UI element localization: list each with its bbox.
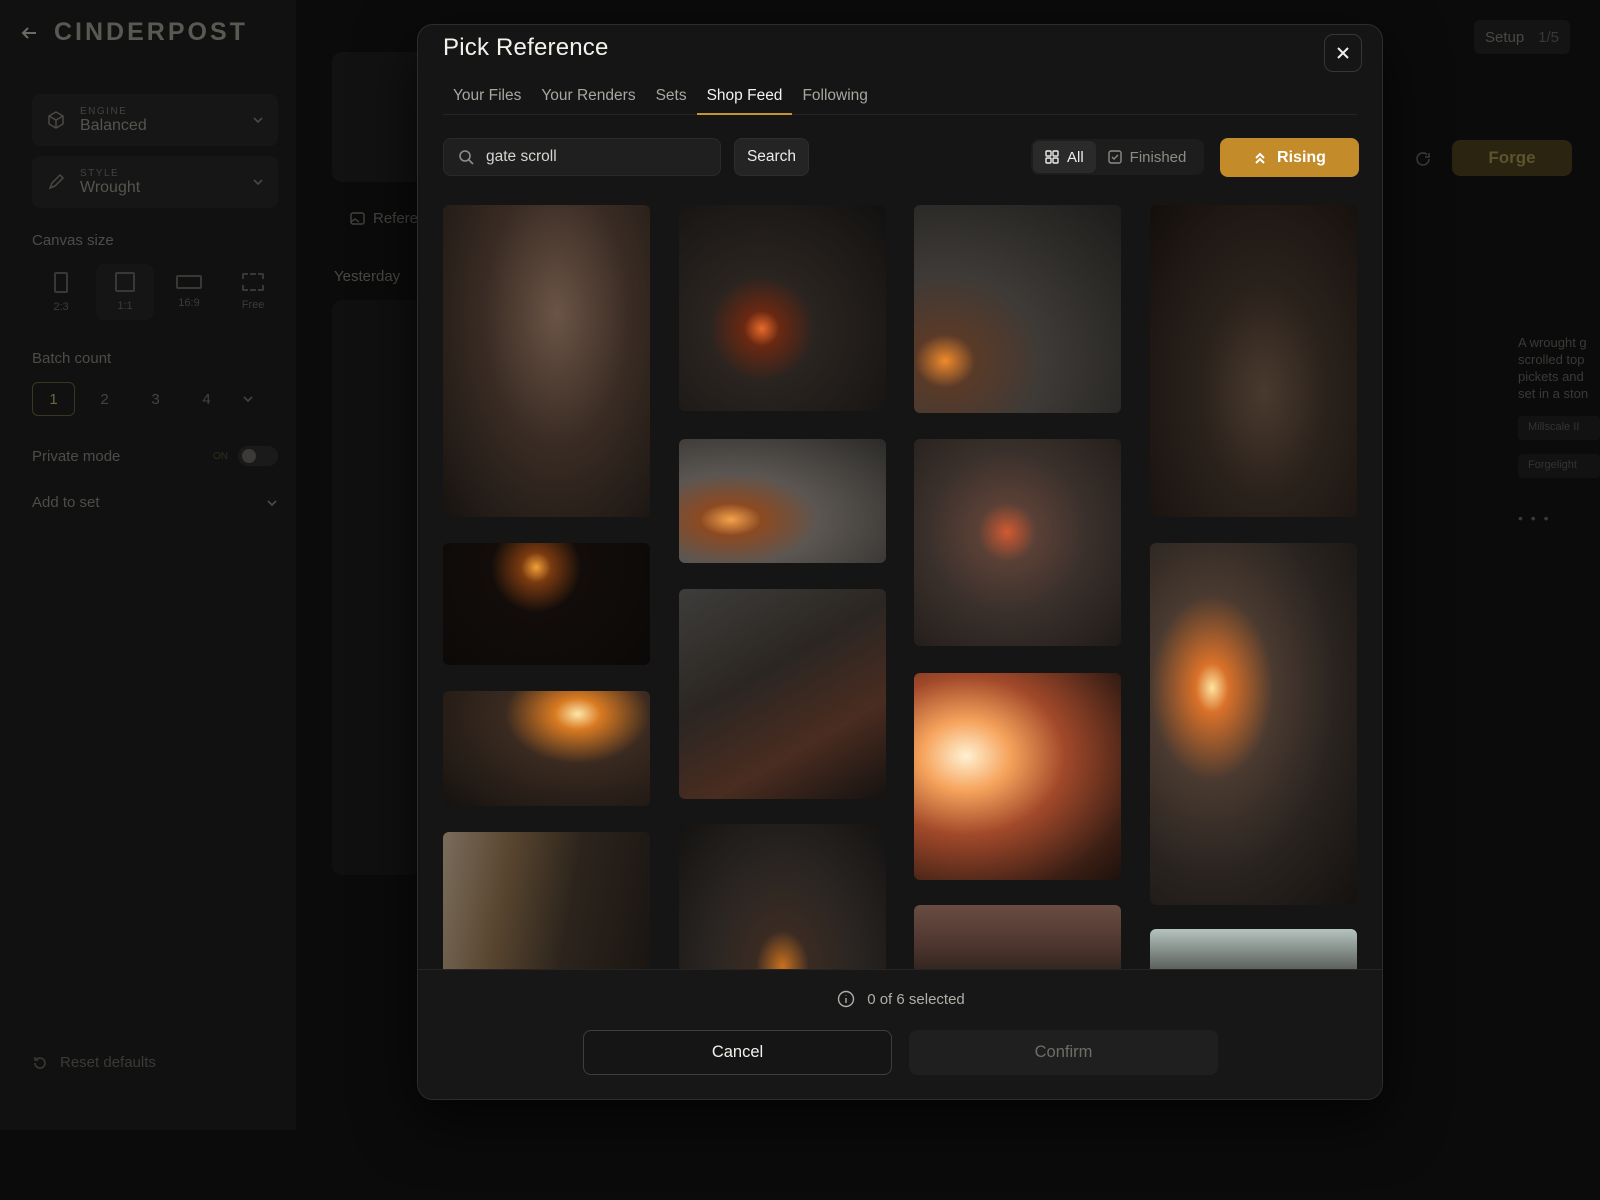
prompt-tags: Millscale II Forgelight [1518,416,1600,478]
search-input[interactable] [486,148,696,166]
private-mode-state: ON [213,450,228,462]
batch-option-4[interactable]: 4 [185,382,228,416]
back-arrow-icon[interactable] [20,24,38,42]
pick-reference-dialog: Pick Reference Your Files Your Renders S… [417,24,1383,1100]
reference-image-tile[interactable] [679,439,886,563]
tab-shop-feed[interactable]: Shop Feed [696,87,793,115]
reference-image-tile[interactable] [914,205,1121,413]
brand-row: CINDERPOST [20,18,248,47]
search-button[interactable]: Search [734,138,809,176]
reset-defaults-label: Reset defaults [60,1054,156,1071]
info-icon [838,990,855,1008]
brand-logo: CINDERPOST [54,18,248,46]
reference-image-tile[interactable] [679,589,886,799]
forge-button[interactable]: Forge [1452,140,1572,176]
reference-image-tile[interactable] [443,691,650,806]
reference-image-tile[interactable] [679,205,886,411]
reference-image-tile[interactable] [914,439,1121,646]
pen-icon [48,173,65,190]
engine-select[interactable]: ENGINE Balanced [32,94,278,146]
batch-count-options: 1 2 3 4 [32,382,254,416]
ratio-option-2-3[interactable]: 2:3 [32,264,90,320]
checkbox-icon [1107,150,1122,164]
image-icon [350,212,365,225]
tab-your-renders[interactable]: Your Renders [531,87,645,115]
filter-segmented-control: All Finished [1031,139,1204,175]
reference-image-tile[interactable] [443,543,650,665]
ratio-option-16-9[interactable]: 16:9 [160,264,218,320]
ratio-option-1-1[interactable]: 1:1 [96,264,154,320]
prompt-tag[interactable]: Forgelight [1518,454,1600,478]
style-value: Wrought [80,178,141,196]
confirm-button[interactable]: Confirm [909,1030,1218,1075]
add-to-set-label: Add to set [32,494,100,511]
chevron-down-icon[interactable] [242,393,254,405]
source-tabs: Your Files Your Renders Sets Shop Feed F… [443,87,1357,115]
reference-image-tile[interactable] [443,205,650,517]
batch-option-3[interactable]: 3 [134,382,177,416]
reference-image-tile[interactable] [1150,543,1357,905]
reference-image-tile[interactable] [1150,929,1357,969]
batch-option-2[interactable]: 2 [83,382,126,416]
reset-icon [34,1056,46,1069]
dialog-title: Pick Reference [443,34,609,61]
add-to-set-dropdown[interactable]: Add to set [32,494,278,511]
close-icon [1337,47,1349,59]
prompt-tag[interactable]: Millscale II [1518,416,1600,440]
filter-finished[interactable]: Finished [1096,141,1199,173]
chevron-down-icon [253,179,263,186]
cancel-button[interactable]: Cancel [583,1030,892,1075]
dialog-footer: 0 of 6 selected Cancel Confirm [418,969,1382,1099]
private-mode-toggle[interactable] [238,446,278,466]
selection-count: 0 of 6 selected [867,990,965,1008]
close-button[interactable] [1324,34,1362,72]
reference-image-tile[interactable] [914,905,1121,969]
more-options-icon[interactable]: • • • [1518,510,1550,526]
refresh-icon[interactable] [1414,150,1432,168]
reference-image-tile[interactable] [914,673,1121,880]
chevron-down-icon [267,499,277,506]
search-icon [459,150,474,165]
reference-section-label: Refere [350,210,418,227]
setup-progress-pill[interactable]: Setup 1/5 [1474,20,1570,54]
private-mode-label: Private mode [32,447,121,465]
search-field [443,138,721,176]
batch-option-1[interactable]: 1 [32,382,75,416]
private-mode-row: Private mode ON [32,446,278,466]
tab-sets[interactable]: Sets [646,87,697,115]
canvas-size-label: Canvas size [32,232,114,249]
double-chevron-up-icon [1255,152,1265,164]
reference-image-tile[interactable] [1150,205,1357,517]
batch-count-label: Batch count [32,350,112,367]
engine-value: Balanced [80,116,147,134]
chevron-down-icon [253,117,263,124]
ratio-option-free[interactable]: Free [224,264,282,320]
cube-icon [48,111,64,129]
filter-all[interactable]: All [1033,141,1096,173]
style-select[interactable]: STYLE Wrought [32,156,278,208]
reference-image-grid [443,205,1359,969]
reference-image-tile[interactable] [443,832,650,969]
grid-icon [1045,150,1059,164]
reset-defaults-button[interactable]: Reset defaults [32,1054,156,1071]
history-list [332,300,422,875]
tab-following[interactable]: Following [792,87,877,115]
engine-caption: ENGINE [80,105,128,117]
sidebar: CINDERPOST ENGINE Balanced STYLE Wrought… [0,0,296,1130]
selection-status: 0 of 6 selected [418,990,1382,1008]
prompt-preview: A wrought g scrolled top pickets and set… [1518,335,1589,401]
reference-image-tile[interactable] [679,824,886,969]
history-group-label: Yesterday [334,268,401,285]
canvas-ratio-options: 2:3 1:1 16:9 Free [32,264,282,320]
style-caption: STYLE [80,167,120,179]
tab-your-files[interactable]: Your Files [443,87,531,115]
sort-rising-button[interactable]: Rising [1220,138,1359,177]
